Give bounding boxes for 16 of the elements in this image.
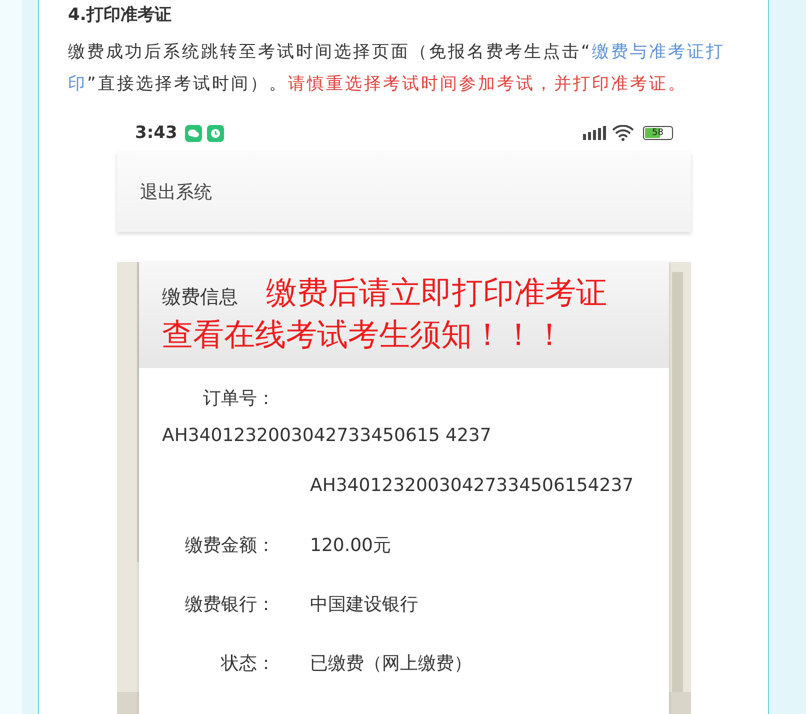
instruction-paragraph: 缴费成功后系统跳转至考试时间选择页面（免报名费考生点击“缴费与准考证打印”直接选择考试时间）。请慎重选择考试时间参加考试，并打印准考证。 — [68, 41, 726, 96]
field-label: 状态： — [220, 652, 275, 674]
field-label: 缴费银行： — [184, 592, 275, 616]
field-label: 缴费金额： — [184, 534, 275, 556]
status-time: 3:43 — [135, 123, 178, 143]
card-title: 缴费信息 — [162, 285, 238, 310]
notice-text: 缴费后请立即打印准考证 — [266, 274, 607, 312]
field-value: 已缴费（网上缴费） — [310, 652, 472, 674]
notice-text: 查看在线考试考生须知！！！ — [162, 316, 565, 354]
section-title: 4.打印准考证 — [68, 4, 172, 27]
field-value: AH34012320030427334506154237 — [310, 475, 634, 496]
field-value: AH3401232003042733450615 4237 — [162, 424, 492, 448]
field-value: 中国建设银行 — [310, 592, 418, 616]
field-value: 120.00元 — [310, 534, 391, 556]
logout-link[interactable]: 退出系统 — [140, 180, 212, 204]
field-label: 订单号： — [202, 387, 275, 411]
